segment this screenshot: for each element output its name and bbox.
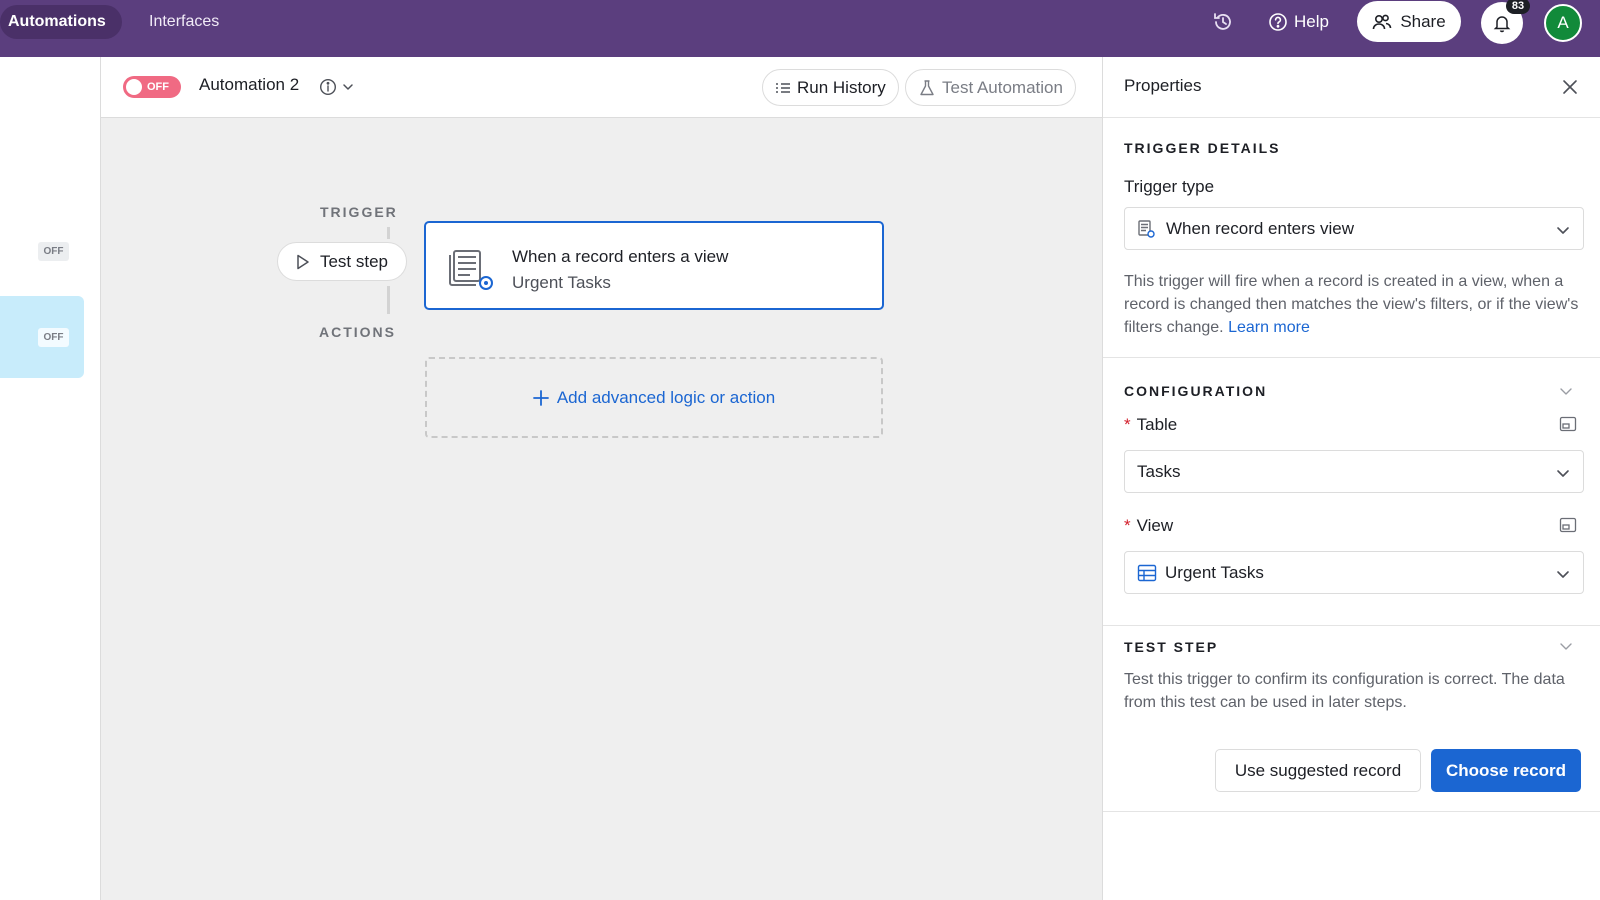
tab-automations[interactable]: Automations <box>0 5 122 39</box>
panel-header: Properties <box>1103 57 1600 118</box>
connector-line <box>387 227 390 239</box>
plus-icon <box>532 389 549 406</box>
chevron-down-icon <box>1557 470 1569 477</box>
table-value: Tasks <box>1137 462 1181 481</box>
view-field-label: * View <box>1124 516 1173 536</box>
test-automation-button[interactable]: Test Automation <box>905 69 1076 106</box>
history-icon[interactable] <box>1212 11 1234 33</box>
trigger-card-subtitle: Urgent Tasks <box>512 273 611 292</box>
table-label-text: Table <box>1136 415 1178 434</box>
trigger-details-heading: TRIGGER DETAILS <box>1124 140 1281 156</box>
avatar[interactable]: A <box>1544 4 1582 42</box>
automation-list-item[interactable]: OFF <box>0 197 84 261</box>
close-icon[interactable] <box>1558 75 1582 99</box>
toggle-knob <box>126 79 142 95</box>
record-view-icon <box>1138 220 1155 238</box>
trigger-description-text: This trigger will fire when a record is … <box>1124 273 1579 336</box>
automation-info-button[interactable] <box>319 77 359 97</box>
expand-icon[interactable] <box>1559 416 1577 432</box>
expand-icon[interactable] <box>1559 517 1577 533</box>
list-icon <box>776 82 790 93</box>
chevron-down-icon[interactable] <box>1558 383 1574 399</box>
help-label: Help <box>1294 12 1329 31</box>
automation-header: OFF Automation 2 Run History Test Automa… <box>101 57 1102 118</box>
trigger-type-label: Trigger type <box>1124 177 1215 196</box>
users-icon <box>1373 14 1392 29</box>
properties-panel: Properties TRIGGER DETAILS Trigger type … <box>1102 57 1600 900</box>
flask-icon <box>920 79 934 95</box>
trigger-section-label: TRIGGER <box>320 204 398 220</box>
automation-toggle[interactable]: OFF <box>123 76 181 98</box>
trigger-card[interactable]: When a record enters a view Urgent Tasks <box>424 221 884 310</box>
test-automation-label: Test Automation <box>942 77 1063 97</box>
learn-more-link[interactable]: Learn more <box>1228 319 1310 336</box>
play-icon <box>297 254 309 269</box>
automation-list-item-selected[interactable]: OFF <box>0 296 84 378</box>
trigger-card-title: When a record enters a view <box>512 247 729 266</box>
choose-record-button[interactable]: Choose record <box>1431 749 1581 792</box>
divider <box>1103 625 1600 626</box>
test-step-description: Test this trigger to confirm its configu… <box>1124 671 1565 711</box>
connector-line <box>387 286 390 314</box>
run-history-button[interactable]: Run History <box>762 69 899 106</box>
actions-section-label: ACTIONS <box>319 324 396 340</box>
info-icon <box>319 78 337 96</box>
bell-icon <box>1493 16 1511 33</box>
top-nav-bar: Automations Interfaces Help Share 83 A <box>0 0 1600 57</box>
test-step-heading: TEST STEP <box>1124 639 1219 655</box>
help-icon <box>1269 13 1287 31</box>
trigger-description: This trigger will fire when a record is … <box>1124 270 1584 339</box>
record-view-icon <box>449 250 493 290</box>
share-button[interactable]: Share <box>1357 1 1461 42</box>
chevron-down-icon[interactable] <box>1558 638 1574 654</box>
notification-badge: 83 <box>1506 0 1530 14</box>
automation-list-sidebar: OFF OFF <box>0 57 101 900</box>
status-badge: OFF <box>38 242 69 261</box>
chevron-down-icon <box>1557 227 1569 234</box>
run-history-label: Run History <box>797 77 886 97</box>
toggle-label: OFF <box>147 81 169 93</box>
test-step-label: Test step <box>319 251 389 271</box>
status-badge: OFF <box>38 328 69 347</box>
trigger-type-value: When record enters view <box>1166 219 1355 238</box>
add-action-button[interactable]: Add advanced logic or action <box>425 357 883 438</box>
required-marker: * <box>1124 516 1131 535</box>
use-suggested-record-button[interactable]: Use suggested record <box>1215 749 1421 792</box>
required-marker: * <box>1124 415 1131 434</box>
panel-title: Properties <box>1124 76 1202 95</box>
add-action-label: Add advanced logic or action <box>556 387 776 407</box>
divider <box>1103 811 1600 812</box>
tab-interfaces[interactable]: Interfaces <box>133 5 235 39</box>
chevron-down-icon <box>1557 571 1569 578</box>
automation-name[interactable]: Automation 2 <box>199 75 299 95</box>
table-select[interactable]: Tasks <box>1124 450 1584 493</box>
trigger-type-select[interactable]: When record enters view <box>1124 207 1584 250</box>
chevron-down-icon <box>343 84 353 90</box>
view-select[interactable]: Urgent Tasks <box>1124 551 1584 594</box>
table-field-label: * Table <box>1124 415 1177 435</box>
test-step-button[interactable]: Test step <box>277 242 407 281</box>
grid-view-icon <box>1137 564 1157 582</box>
configuration-heading: CONFIGURATION <box>1124 383 1268 399</box>
share-label: Share <box>1400 11 1446 31</box>
help-button[interactable]: Help <box>1268 6 1329 38</box>
view-value: Urgent Tasks <box>1165 563 1264 582</box>
view-label-text: View <box>1136 516 1174 535</box>
automation-canvas: TRIGGER Test step ACTIONS When a record … <box>101 118 1102 900</box>
divider <box>1103 357 1600 358</box>
